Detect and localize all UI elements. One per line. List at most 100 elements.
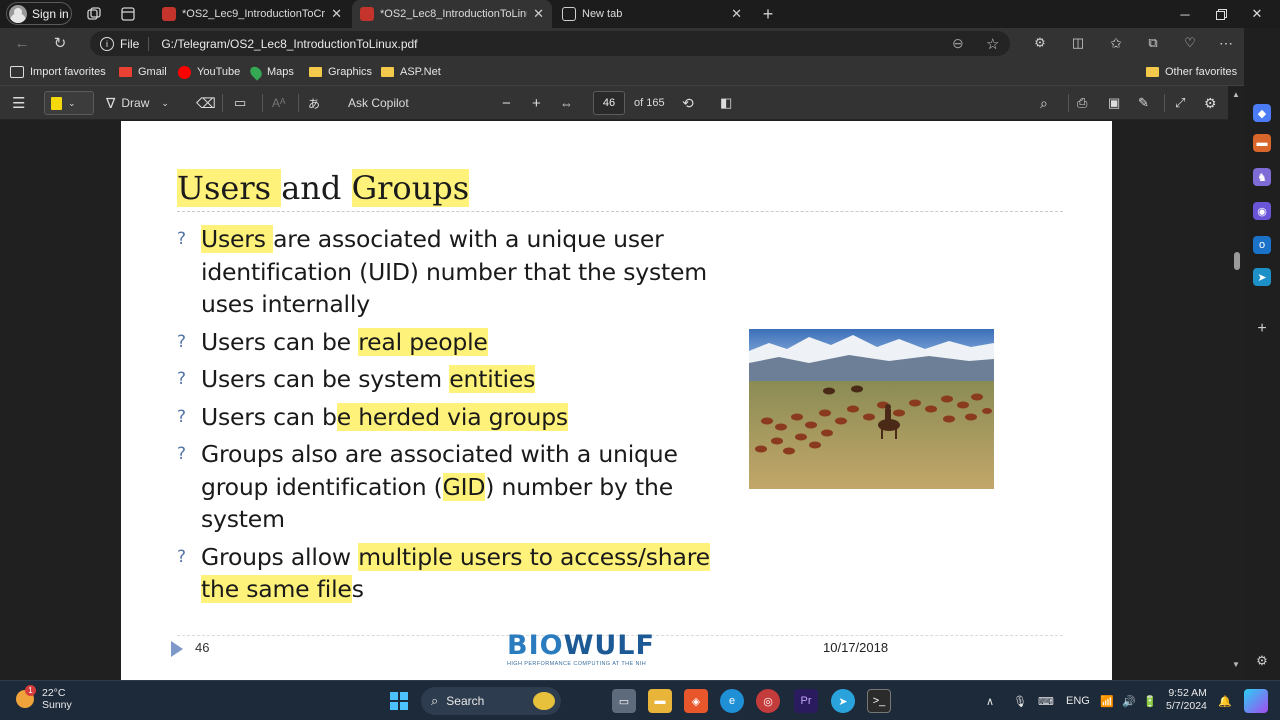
tab-new[interactable]: New tab ✕ — [554, 0, 750, 28]
collections-icon[interactable]: ⧉ — [1141, 31, 1165, 55]
browser-essentials-icon[interactable]: ♡ — [1178, 31, 1202, 55]
save-as-icon[interactable]: ✎ — [1138, 91, 1149, 115]
settings-icon[interactable]: ⚙ — [1204, 91, 1217, 115]
close-icon[interactable]: ✕ — [533, 6, 544, 22]
read-aloud-icon[interactable]: Aᴬ — [272, 91, 285, 115]
address-bar[interactable]: i File G:/Telegram/OS2_Lec8_Introduction… — [90, 31, 1010, 56]
task-view-icon[interactable]: ▭ — [612, 689, 636, 713]
star-icon[interactable]: ☆ — [986, 35, 999, 53]
back-icon[interactable]: ← — [10, 31, 34, 55]
minimize-button[interactable]: ─ — [1168, 0, 1202, 28]
favorite-maps[interactable]: Maps — [247, 63, 294, 81]
biowulf-logo: BIOWULF HIGH PERFORMANCE COMPUTING AT TH… — [507, 631, 661, 671]
other-favorites[interactable]: Other favorites — [1146, 63, 1237, 81]
extensions-icon[interactable]: ⚙ — [1028, 31, 1052, 55]
zoom-in-icon[interactable]: + — [532, 91, 541, 115]
discover-icon[interactable]: ◆ — [1253, 104, 1271, 122]
close-icon[interactable]: ✕ — [731, 6, 742, 22]
sidebar-settings-icon[interactable]: ⚙ — [1253, 652, 1271, 670]
wifi-icon[interactable]: 📶 — [1100, 689, 1114, 713]
favorite-import[interactable]: Import favorites — [10, 63, 106, 81]
title-word-and: and — [281, 169, 352, 207]
page-number-input[interactable]: 46 — [593, 91, 625, 115]
rotate-icon[interactable]: ⟲ — [682, 91, 694, 115]
eraser-icon[interactable]: ⌫ — [196, 91, 216, 115]
keyboard-icon[interactable]: ⌨ — [1038, 689, 1054, 713]
outlook-icon[interactable]: o — [1253, 236, 1271, 254]
highlight-button[interactable]: ⌄ — [44, 91, 94, 115]
microphone-icon[interactable]: 🎙 — [1013, 689, 1027, 713]
language-indicator[interactable]: ENG — [1066, 689, 1090, 713]
favorite-aspnet[interactable]: ASP.Net — [381, 63, 441, 81]
terminal-icon[interactable]: >_ — [867, 689, 891, 713]
search-icon[interactable]: ⌕ — [1040, 91, 1048, 115]
zoom-out-icon[interactable]: − — [502, 91, 511, 115]
office-icon[interactable]: ◉ — [1253, 202, 1271, 220]
premiere-icon[interactable]: Pr — [794, 689, 818, 713]
bullet-item: ? Users are associated with a unique user… — [177, 223, 737, 321]
zoom-icon[interactable]: ⊖ — [952, 35, 964, 52]
telegram-icon[interactable]: ➤ — [831, 689, 855, 713]
print-icon[interactable]: ⎙ — [1077, 91, 1087, 115]
info-icon[interactable]: i — [100, 36, 114, 51]
workspaces-icon[interactable] — [84, 4, 104, 24]
scrollbar[interactable]: ▲ ▼ — [1230, 88, 1242, 676]
draw-label: Draw — [121, 96, 150, 110]
new-tab-button[interactable]: + — [758, 4, 778, 24]
translate-icon[interactable]: あ — [308, 91, 320, 115]
tools-icon[interactable]: ▬ — [1253, 134, 1271, 152]
close-window-button[interactable]: ✕ — [1240, 0, 1274, 28]
fit-page-icon[interactable]: ⇔ — [560, 91, 573, 115]
logo-text-wulf: WULF — [563, 630, 655, 661]
start-icon[interactable] — [387, 689, 411, 713]
bullet-item: ? Groups allow multiple users to access/s… — [177, 541, 737, 606]
pdf-icon — [162, 7, 176, 21]
tab-crypto[interactable]: *OS2_Lec9_IntroductionToCrypto ✕ — [154, 0, 350, 28]
brave-icon[interactable]: ◈ — [684, 689, 708, 713]
telegram-icon[interactable]: ➤ — [1253, 268, 1271, 286]
folder-icon — [1146, 67, 1159, 77]
draw-button[interactable]: ∇ Draw ⌄ — [106, 91, 169, 115]
weather-widget[interactable]: 1 22°C Sunny — [16, 685, 72, 711]
bullet-text: Users can be system — [201, 365, 450, 393]
games-icon[interactable]: ♞ — [1253, 168, 1271, 186]
edge-icon[interactable]: e — [720, 689, 744, 713]
title-word-users: Users — [177, 169, 282, 207]
contents-icon[interactable]: ☰ — [12, 91, 25, 115]
sign-in-button[interactable]: Sign in — [6, 2, 72, 25]
favorite-youtube[interactable]: YouTube — [178, 63, 240, 81]
page-view-icon[interactable]: ◧ — [720, 91, 732, 115]
tab-linux[interactable]: *OS2_Lec8_IntroductionToLinux.p ✕ — [352, 0, 552, 28]
chrome-icon[interactable]: ◎ — [756, 689, 780, 713]
battery-icon[interactable]: 🔋 — [1143, 689, 1157, 713]
copilot-taskbar-icon[interactable] — [1244, 689, 1268, 713]
tab-actions-icon[interactable] — [118, 4, 138, 24]
file-explorer-icon[interactable]: ▬ — [648, 689, 672, 713]
tray-overflow-icon[interactable]: ∧ — [986, 689, 994, 713]
ask-copilot-button[interactable]: Ask Copilot — [348, 91, 409, 115]
volume-icon[interactable]: 🔊 — [1122, 689, 1136, 713]
favorite-graphics[interactable]: Graphics — [309, 63, 372, 81]
fullscreen-icon[interactable]: ⤢ — [1175, 91, 1185, 115]
weather-desc: Sunny — [42, 699, 72, 711]
edge-sidebar: ◆ ▬ ♞ ◉ o ➤ + ⚙ — [1244, 28, 1280, 680]
split-screen-icon[interactable]: ◫ — [1066, 31, 1090, 55]
clock[interactable]: 9:52 AM 5/7/2024 — [1166, 687, 1207, 713]
scroll-thumb[interactable] — [1234, 252, 1240, 270]
refresh-icon[interactable]: ↻ — [48, 31, 72, 55]
taskbar-search[interactable]: ⌕ Search — [421, 687, 561, 715]
youtube-icon — [178, 65, 191, 79]
more-icon[interactable]: ⋯ — [1214, 31, 1238, 55]
favorite-label: ASP.Net — [400, 66, 441, 78]
close-icon[interactable]: ✕ — [331, 6, 342, 22]
favorites-icon[interactable]: ✩ — [1104, 31, 1128, 55]
bullet-text: Groups allow — [201, 542, 359, 571]
scroll-down-icon[interactable]: ▼ — [1232, 660, 1240, 669]
notifications-icon[interactable]: 🔔 — [1218, 689, 1232, 713]
add-app-icon[interactable]: + — [1253, 320, 1271, 338]
save-icon[interactable]: ▣ — [1108, 91, 1120, 115]
text-box-icon[interactable]: ▭ — [234, 91, 246, 115]
scroll-up-icon[interactable]: ▲ — [1232, 90, 1240, 99]
restore-button[interactable] — [1204, 0, 1238, 28]
favorite-gmail[interactable]: Gmail — [119, 63, 167, 81]
